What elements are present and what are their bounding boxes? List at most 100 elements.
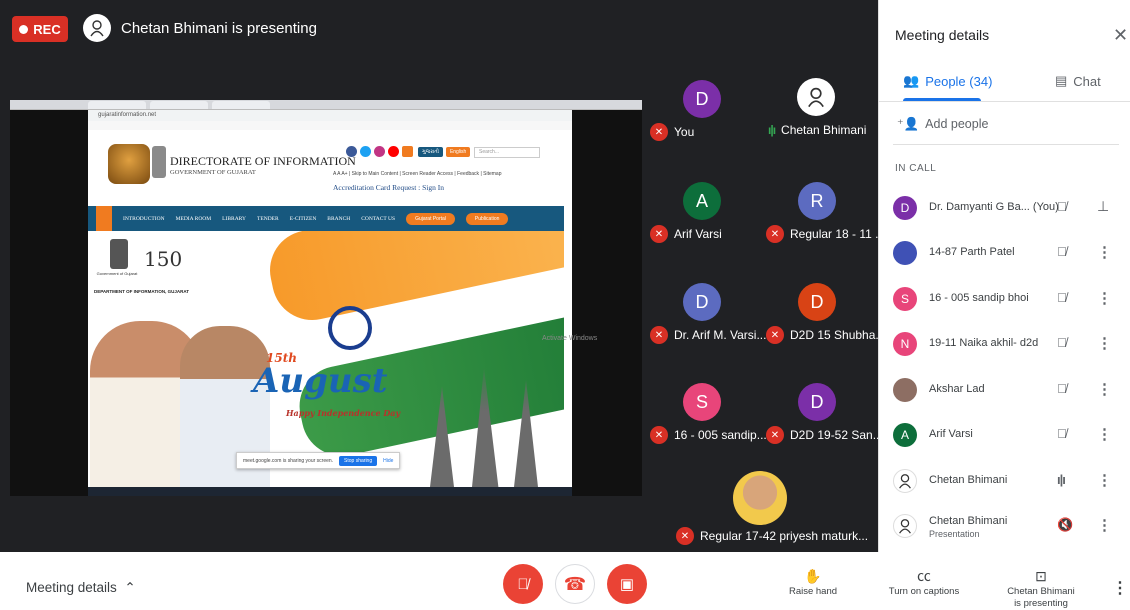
raise-hand-button[interactable]: ✋ Raise hand <box>758 566 868 598</box>
participant-row: D Dr. Damyanti G Ba... (You) 🎙̸ ⊥ <box>879 186 1130 230</box>
participant-name: D2D 19-52 San... <box>790 428 883 442</box>
more-options-icon[interactable]: ⋮ <box>1097 380 1112 398</box>
tab-chat-label: Chat <box>1073 73 1101 89</box>
more-options-icon[interactable]: ⋮ <box>1097 334 1112 352</box>
presenter-avatar <box>83 14 111 42</box>
participant-subtitle: Presentation <box>929 529 980 539</box>
participant-name: D2D 15 Shubha... <box>790 328 886 342</box>
participant-name: 16 - 005 sandip... <box>674 428 767 442</box>
presenter-title: Chetan Bhimani is presenting <box>121 20 317 37</box>
site-title: DIRECTORATE OF INFORMATION <box>170 154 356 168</box>
participant-name: Chetan Bhimani <box>781 123 867 137</box>
participant-photo-avatar <box>733 471 787 525</box>
mic-off-icon[interactable]: 🎙̸ <box>1057 199 1067 214</box>
mic-off-icon[interactable]: 🎙̸ <box>1057 426 1067 441</box>
tab-people[interactable]: 👥 People (34) <box>903 73 992 89</box>
add-people-button[interactable]: ⁺👤 Add people <box>897 116 988 132</box>
mic-off-button[interactable]: 🎙̸ <box>503 564 543 604</box>
presenter-sketch-icon <box>808 87 824 108</box>
social-icons <box>346 146 413 157</box>
more-options-icon[interactable]: ⋮ <box>1097 425 1112 443</box>
youtube-icon <box>388 146 399 157</box>
add-person-icon: ⁺👤 <box>897 117 920 131</box>
accreditation-link: Accreditation Card Request : Sign In <box>333 183 445 192</box>
gov-label: Government of Gujarat <box>96 271 138 276</box>
participant-avatar: S <box>683 383 721 421</box>
mic-off-icon: ✕ <box>650 225 668 243</box>
participant-tile-label: ı|ı Chetan Bhimani <box>768 123 866 137</box>
record-dot-icon <box>19 24 29 34</box>
presenting-button[interactable]: ⊡ Chetan Bhimani is presenting <box>986 566 1096 610</box>
participant-name: Arif Varsi <box>929 428 973 440</box>
captions-button[interactable]: ㏄ Turn on captions <box>869 566 979 598</box>
panel-title: Meeting details <box>895 27 990 43</box>
lang-english: English <box>445 147 471 157</box>
divider <box>893 144 1119 145</box>
browser-tab <box>88 101 146 109</box>
present-screen-icon: ⊡ <box>1035 568 1047 584</box>
twitter-icon <box>360 146 371 157</box>
mic-off-icon[interactable]: 🎙̸ <box>1057 290 1067 305</box>
camera-off-icon: ▣ <box>619 576 635 593</box>
participant-avatar: D <box>798 283 836 321</box>
hand-icon: ✋ <box>804 568 822 584</box>
participant-name: Chetan Bhimani <box>929 515 1008 527</box>
facebook-icon <box>346 146 357 157</box>
nav-pill: Publication <box>465 212 509 225</box>
participant-tile-label: ✕ Regular 17-42 priyesh maturk... <box>676 527 868 545</box>
participant-tile-label: ✕ Arif Varsi <box>650 225 722 243</box>
meeting-details-toggle[interactable]: Meeting details ⌃ <box>26 580 136 596</box>
mic-off-icon: 🎙̸ <box>517 575 529 593</box>
captions-label: Turn on captions <box>888 586 960 597</box>
activate-windows-watermark: Activate Windows <box>542 335 598 342</box>
gov-emblem-icon <box>110 239 128 269</box>
mic-off-icon[interactable]: 🎙̸ <box>1057 381 1067 396</box>
more-options-icon[interactable]: ⋮ <box>1112 578 1128 598</box>
nav-item: CONTACT US <box>361 215 396 222</box>
more-options-icon[interactable]: ⋮ <box>1097 243 1112 261</box>
accessibility-links: A A A+ | Skip to Main Content | Screen R… <box>333 171 502 177</box>
mic-off-icon: ✕ <box>650 326 668 344</box>
chevron-up-icon: ⌃ <box>120 580 136 595</box>
meeting-details-label: Meeting details <box>26 580 117 595</box>
camera-off-button[interactable]: ▣ <box>607 564 647 604</box>
participant-name: You <box>674 125 695 139</box>
presenter-sketch-icon <box>90 20 104 37</box>
participant-row: 14-87 Parth Patel 🎙̸ ⋮ <box>879 231 1130 275</box>
participant-avatar: D <box>798 383 836 421</box>
browser-tab <box>150 101 208 109</box>
mic-off-icon: ✕ <box>766 426 784 444</box>
participant-avatar: A <box>683 182 721 220</box>
more-options-icon[interactable]: ⋮ <box>1097 471 1112 489</box>
participant-avatar: A <box>893 423 917 447</box>
participant-name: Regular 18 - 11 ... <box>790 227 886 241</box>
department-label: DEPARTMENT OF INFORMATION, GUJARAT <box>94 289 189 294</box>
participant-row: Chetan Bhimani ı|ı ⋮ <box>879 459 1130 503</box>
mic-off-icon[interactable]: 🎙̸ <box>1057 335 1067 350</box>
flag-icon <box>402 146 413 157</box>
people-icon: 👥 <box>903 73 920 88</box>
home-icon <box>96 206 112 231</box>
more-options-icon[interactable]: ⋮ <box>1097 289 1112 307</box>
rec-label: REC <box>33 21 61 37</box>
nav-item: LIBRARY <box>222 215 247 222</box>
more-options-icon[interactable]: ⋮ <box>1097 516 1112 534</box>
speaking-indicator-icon: ı|ı <box>1057 472 1066 487</box>
recording-badge: REC <box>12 16 68 42</box>
leave-call-button[interactable]: ☎ <box>555 564 595 604</box>
captions-icon: ㏄ <box>917 568 931 584</box>
stop-sharing-button: Stop sharing <box>339 455 378 466</box>
participant-tile-label: ✕ 16 - 005 sandip... <box>650 426 767 444</box>
tab-chat[interactable]: ▤ Chat <box>1055 73 1101 89</box>
hang-up-icon: ☎ <box>563 573 587 594</box>
presentation-audio-off-icon[interactable]: 🔇 <box>1057 517 1073 533</box>
participant-avatar: R <box>798 182 836 220</box>
participant-tile-label: ✕ You <box>650 123 694 141</box>
pin-icon[interactable]: ⊥ <box>1097 198 1109 215</box>
close-icon[interactable]: ✕ <box>1113 25 1128 46</box>
participant-name: 16 - 005 sandip bhoi <box>929 292 1029 304</box>
participant-photo-avatar <box>893 241 917 265</box>
participant-avatar: D <box>893 196 917 220</box>
mic-off-icon[interactable]: 🎙̸ <box>1057 244 1067 259</box>
banner-word: August <box>253 361 388 401</box>
